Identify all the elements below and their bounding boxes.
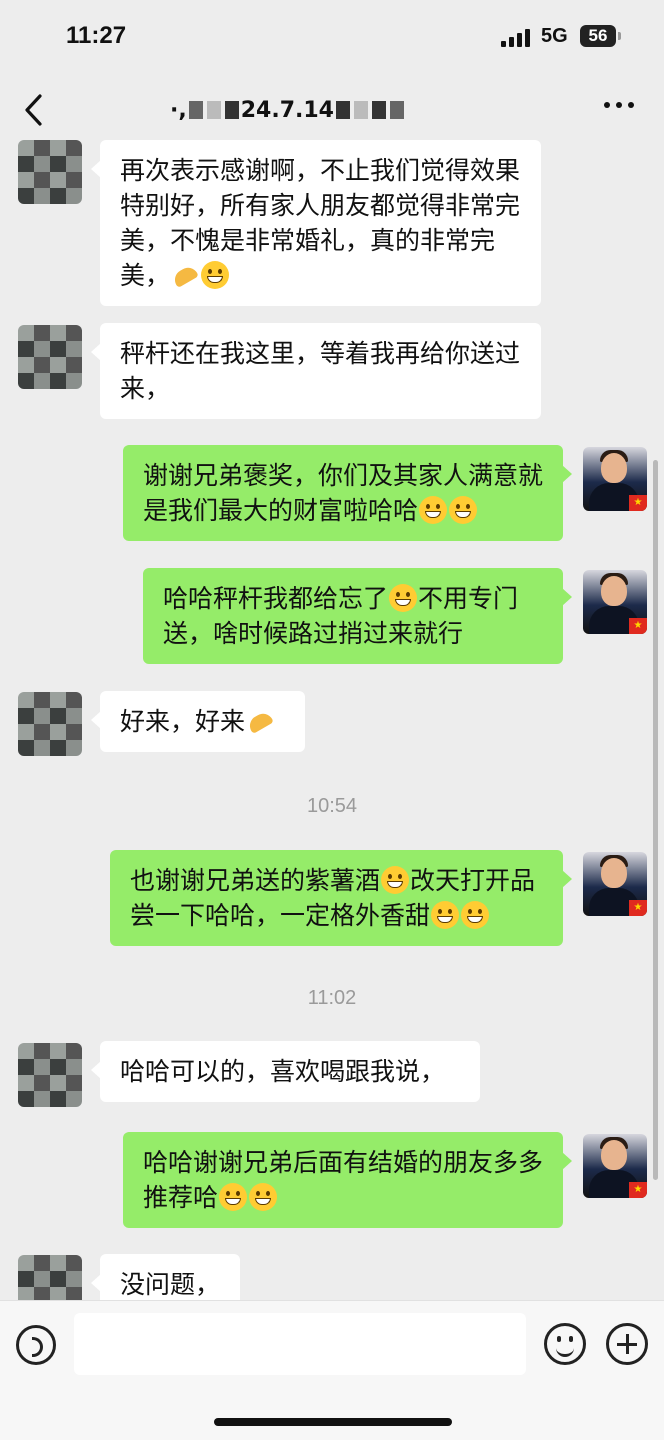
contact-avatar[interactable] — [18, 692, 82, 756]
message-text: 没问题， — [120, 1270, 221, 1299]
incoming-message[interactable]: 秤杆还在我这里，等着我再给你送过来， — [91, 323, 541, 419]
hand-icon — [246, 707, 274, 735]
title-mosaic — [335, 101, 350, 119]
contact-avatar[interactable] — [18, 140, 82, 204]
emoji-icon[interactable] — [544, 1323, 586, 1365]
chat-header: · , 24.7.14 — [0, 80, 664, 140]
plus-icon[interactable] — [606, 1323, 648, 1365]
incoming-message[interactable]: 没问题， — [91, 1254, 240, 1300]
battery-icon: 56 — [580, 25, 621, 47]
my-avatar[interactable]: ★ — [583, 1134, 647, 1198]
network-type: 5G — [541, 25, 568, 47]
incoming-message[interactable]: 再次表示感谢啊，不止我们觉得效果特别好，所有家人朋友都觉得非常完美，不愧是非常婚… — [91, 140, 541, 306]
back-icon[interactable] — [20, 90, 50, 130]
title-mosaic — [188, 101, 203, 119]
status-time: 11:27 — [66, 22, 127, 49]
outgoing-message[interactable]: 也谢谢兄弟送的紫薯酒 改天打开品尝一下哈哈，一定格外香甜 — [110, 850, 572, 946]
title-mosaic — [206, 101, 221, 119]
status-bar: 11:27 5G 56 — [0, 0, 664, 80]
timestamp: 11:02 — [307, 987, 357, 1009]
hand-icon — [171, 261, 199, 289]
signal-icon — [501, 27, 530, 47]
message-text: 哈哈谢谢兄弟后面有结婚的朋友多多推荐哈 — [143, 1148, 544, 1212]
grin-icon — [431, 901, 460, 929]
grin-icon — [449, 496, 478, 524]
grin-icon — [201, 261, 230, 289]
title-date: 24.7.14 — [240, 97, 334, 123]
my-avatar[interactable]: ★ — [583, 852, 647, 916]
title-mosaic — [371, 101, 386, 119]
grin-icon — [219, 1183, 248, 1211]
grin-icon — [461, 901, 490, 929]
home-indicator[interactable] — [214, 1418, 452, 1426]
title-mosaic — [353, 101, 368, 119]
chat-title: · , 24.7.14 — [170, 94, 406, 126]
incoming-message[interactable]: 好来，好来 — [91, 691, 305, 752]
title-mosaic — [389, 101, 404, 119]
message-text: 哈哈可以的，喜欢喝跟我说， — [120, 1057, 446, 1086]
message-text: 也谢谢兄弟送的紫薯酒 — [130, 866, 381, 895]
message-text: 秤杆还在我这里，等着我再给你送过来， — [120, 339, 521, 403]
chat-area[interactable]: 再次表示感谢啊，不止我们觉得效果特别好，所有家人朋友都觉得非常完美，不愧是非常婚… — [0, 140, 664, 1300]
title-fragment: , — [178, 97, 187, 123]
more-options-icon[interactable] — [604, 102, 634, 108]
message-input[interactable] — [74, 1313, 526, 1375]
timestamp: 10:54 — [306, 795, 358, 817]
voice-input-icon[interactable] — [16, 1325, 56, 1365]
laugh-cry-icon — [381, 866, 410, 894]
incoming-message[interactable]: 哈哈可以的，喜欢喝跟我说， — [91, 1041, 480, 1102]
title-fragment: · — [170, 97, 179, 123]
contact-avatar[interactable] — [18, 1255, 82, 1300]
my-avatar[interactable]: ★ — [583, 570, 647, 634]
grin-icon — [419, 496, 448, 524]
scrollbar[interactable] — [653, 460, 658, 1180]
message-text: 好来，好来 — [120, 707, 246, 736]
outgoing-message[interactable]: 哈哈谢谢兄弟后面有结婚的朋友多多推荐哈 — [123, 1132, 572, 1228]
contact-avatar[interactable] — [18, 1043, 82, 1107]
outgoing-message[interactable]: 哈哈秤杆我都给忘了 不用专门送，啥时候路过捎过来就行 — [143, 568, 572, 664]
outgoing-message[interactable]: 谢谢兄弟褒奖，你们及其家人满意就是我们最大的财富啦哈哈 — [123, 445, 572, 541]
message-text: 谢谢兄弟褒奖，你们及其家人满意就是我们最大的财富啦哈哈 — [143, 461, 544, 525]
grin-icon — [249, 1183, 278, 1211]
contact-avatar[interactable] — [18, 325, 82, 389]
my-avatar[interactable]: ★ — [583, 447, 647, 511]
message-text: 哈哈秤杆我都给忘了 — [163, 584, 389, 613]
title-mosaic — [224, 101, 239, 119]
laugh-cry-icon — [389, 584, 418, 612]
